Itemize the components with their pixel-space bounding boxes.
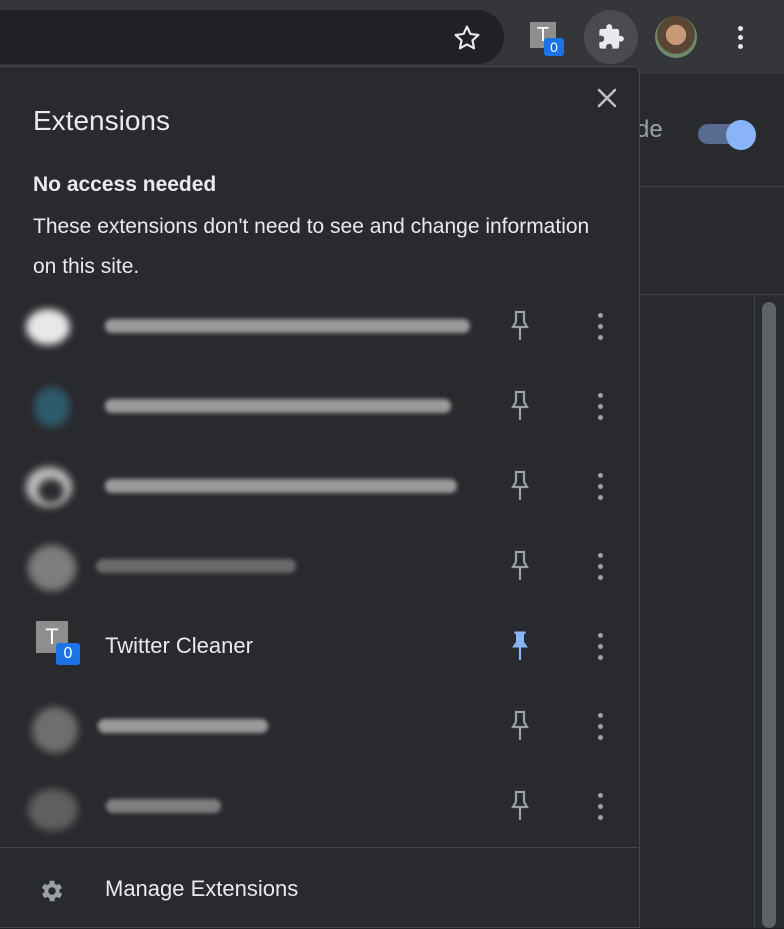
puzzle-icon (599, 24, 624, 49)
extension-badge: 0 (544, 38, 564, 56)
section-description: These extensions don't need to see and c… (33, 215, 590, 278)
star-icon[interactable] (451, 22, 483, 54)
extension-icon (18, 301, 80, 353)
background-setting-label: de (636, 116, 663, 143)
pin-icon[interactable] (508, 389, 532, 423)
extension-icon (18, 461, 80, 513)
browser-toolbar: T 0 (0, 0, 784, 74)
more-vert-icon[interactable] (590, 389, 610, 425)
extension-icon (18, 381, 80, 433)
extension-icon (18, 701, 80, 753)
more-vert-icon[interactable] (590, 629, 610, 665)
pin-icon[interactable] (508, 789, 532, 823)
extension-row[interactable] (0, 447, 638, 527)
gear-icon (38, 877, 66, 905)
pin-icon[interactable] (508, 309, 532, 343)
extension-row[interactable] (0, 527, 638, 607)
extension-row[interactable] (0, 767, 638, 847)
popup-title: Extensions (33, 105, 170, 136)
close-icon[interactable] (596, 87, 618, 109)
extension-row[interactable] (0, 287, 638, 367)
extensions-popup: Extensions No access needed These extens… (0, 66, 640, 928)
pin-icon[interactable] (508, 469, 532, 503)
manage-extensions-button[interactable]: Manage Extensions (0, 849, 638, 929)
more-vert-icon[interactable] (728, 22, 752, 54)
address-bar[interactable] (0, 10, 504, 64)
manage-extensions-label: Manage Extensions (105, 876, 299, 901)
extension-name-redacted (96, 559, 296, 573)
profile-avatar[interactable] (655, 16, 697, 58)
extension-row-twitter-cleaner[interactable]: T 0 Twitter Cleaner (0, 607, 638, 687)
divider (640, 294, 784, 295)
pinned-extension-button[interactable]: T 0 (530, 22, 564, 56)
more-vert-icon[interactable] (590, 309, 610, 345)
extension-row[interactable] (0, 687, 638, 767)
pin-icon-active[interactable] (508, 629, 532, 663)
background-toggle[interactable] (698, 120, 758, 150)
extensions-menu-button[interactable] (584, 10, 638, 64)
scrollbar-thumb[interactable] (762, 302, 776, 928)
divider (0, 847, 638, 848)
extension-badge: 0 (56, 643, 80, 665)
more-vert-icon[interactable] (590, 789, 610, 825)
more-vert-icon[interactable] (590, 469, 610, 505)
extension-row[interactable] (0, 367, 638, 447)
section-heading: No access needed (33, 173, 217, 196)
extension-name-redacted (105, 479, 457, 493)
more-vert-icon[interactable] (590, 709, 610, 745)
extension-name-redacted (105, 319, 470, 333)
pin-icon[interactable] (508, 709, 532, 743)
pin-icon[interactable] (508, 549, 532, 583)
more-vert-icon[interactable] (590, 549, 610, 585)
extension-icon: T 0 (36, 621, 80, 667)
extension-icon (18, 541, 80, 593)
extension-name: Twitter Cleaner (105, 633, 253, 658)
extension-name-redacted (98, 719, 268, 733)
extension-icon (18, 781, 80, 833)
extension-name-redacted (106, 799, 221, 813)
divider (640, 186, 784, 187)
extension-name-redacted (105, 399, 451, 413)
